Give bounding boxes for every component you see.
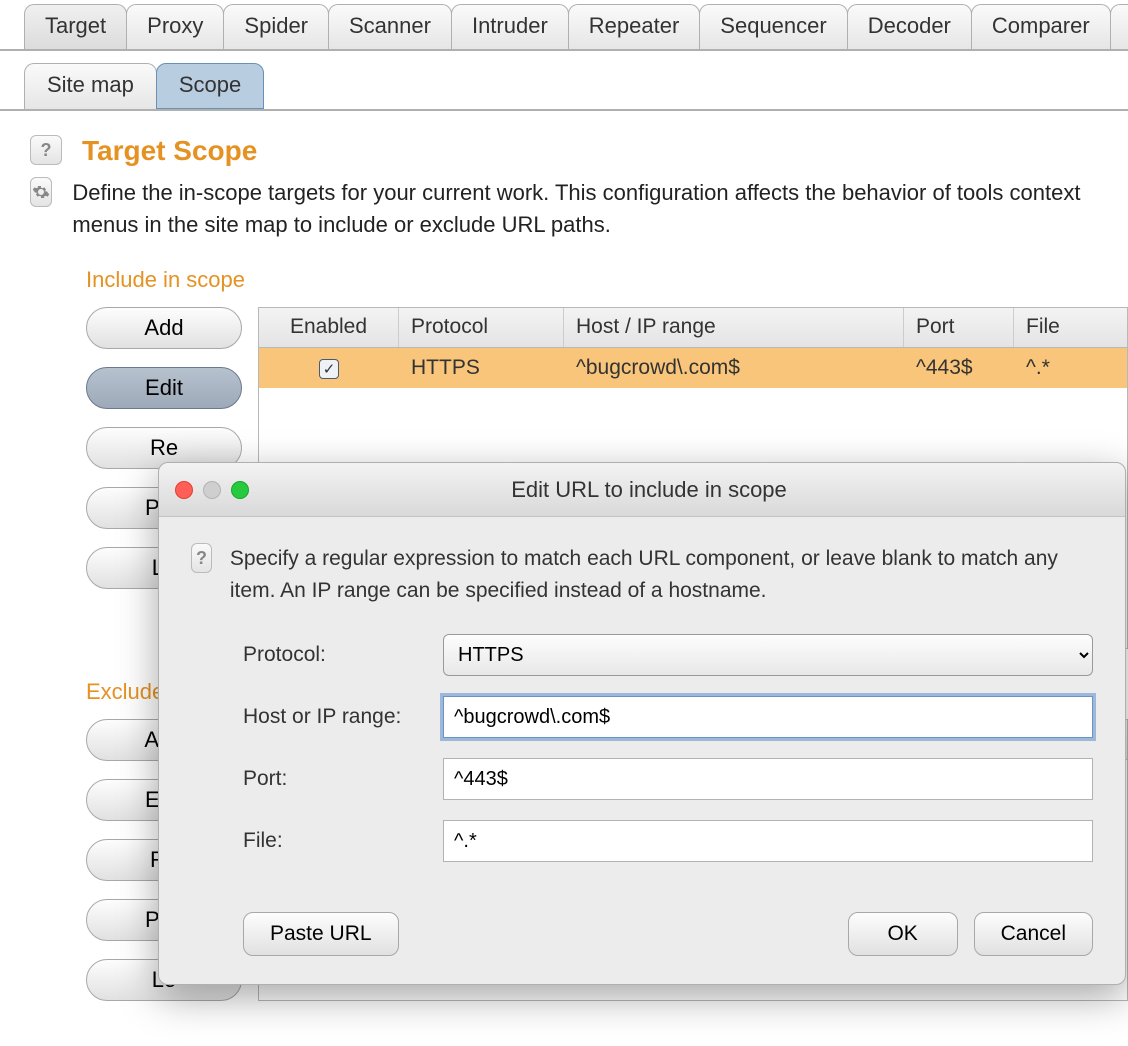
paste-url-button[interactable]: Paste URL [243,912,399,956]
gear-icon[interactable] [30,177,52,207]
dialog-title: Edit URL to include in scope [189,477,1109,503]
top-tab-bar: Target Proxy Spider Scanner Intruder Rep… [0,0,1128,51]
tab-scanner[interactable]: Scanner [328,4,452,49]
row-enabled-checkbox[interactable]: ✓ [319,359,339,379]
edit-url-dialog: Edit URL to include in scope ? Specify a… [158,462,1126,985]
protocol-select[interactable]: HTTPS [443,634,1093,676]
row-host: ^bugcrowd\.com$ [564,351,904,385]
sub-tab-bar: Site map Scope [0,51,1128,111]
help-icon[interactable]: ? [30,135,62,165]
host-label: Host or IP range: [243,705,443,729]
protocol-label: Protocol: [243,643,443,667]
subtab-sitemap[interactable]: Site map [24,63,157,109]
page-title: Target Scope [82,135,257,167]
dialog-help-icon[interactable]: ? [191,543,212,573]
tab-target[interactable]: Target [24,4,127,49]
dialog-description: Specify a regular expression to match ea… [230,543,1093,606]
port-label: Port: [243,767,443,791]
host-input[interactable] [443,696,1093,738]
tab-sequencer[interactable]: Sequencer [699,4,847,49]
add-button[interactable]: Add [86,307,242,349]
tab-repeater[interactable]: Repeater [568,4,701,49]
tab-intruder[interactable]: Intruder [451,4,569,49]
dialog-titlebar[interactable]: Edit URL to include in scope [159,463,1125,517]
row-file: ^.* [1014,351,1127,385]
tab-extender-cut[interactable]: E [1110,4,1128,49]
tab-decoder[interactable]: Decoder [847,4,972,49]
row-port: ^443$ [904,351,1014,385]
table-row[interactable]: ✓ HTTPS ^bugcrowd\.com$ ^443$ ^.* [259,348,1127,388]
col-file[interactable]: File [1014,308,1127,347]
edit-button[interactable]: Edit [86,367,242,409]
port-input[interactable] [443,758,1093,800]
include-section-label: Include in scope [86,267,1128,293]
ok-button[interactable]: OK [848,912,958,956]
subtab-scope[interactable]: Scope [156,63,264,109]
tab-proxy[interactable]: Proxy [126,4,224,49]
row-protocol: HTTPS [399,351,564,385]
tab-spider[interactable]: Spider [223,4,329,49]
col-protocol[interactable]: Protocol [399,308,564,347]
cancel-button[interactable]: Cancel [974,912,1093,956]
col-port[interactable]: Port [904,308,1014,347]
file-input[interactable] [443,820,1093,862]
page-description: Define the in-scope targets for your cur… [72,177,1128,241]
col-enabled[interactable]: Enabled [259,308,399,347]
file-label: File: [243,829,443,853]
tab-comparer[interactable]: Comparer [971,4,1111,49]
col-host[interactable]: Host / IP range [564,308,904,347]
